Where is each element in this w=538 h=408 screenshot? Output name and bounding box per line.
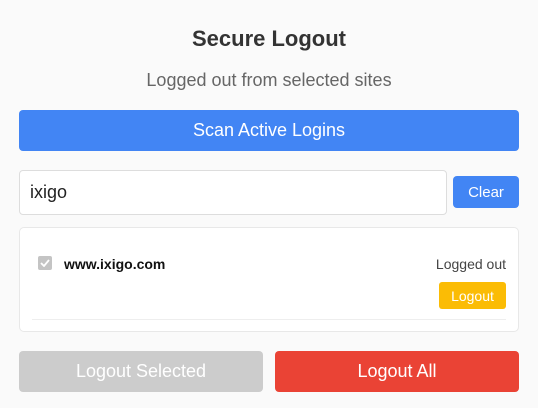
page-title: Secure Logout xyxy=(191,26,346,51)
site-name: www.ixigo.com xyxy=(64,256,166,272)
site-logout-button[interactable]: Logout xyxy=(439,282,506,309)
scan-active-logins-button[interactable]: Scan Active Logins xyxy=(19,110,519,151)
logout-all-button[interactable]: Logout All xyxy=(275,351,519,392)
site-checkbox[interactable] xyxy=(38,256,52,270)
logout-selected-button[interactable]: Logout Selected xyxy=(19,351,263,392)
list-item: www.ixigo.com Logged out Logout xyxy=(32,228,506,320)
logout-panel: Secure Logout Logged out from selected s… xyxy=(0,0,538,408)
clear-button[interactable]: Clear xyxy=(453,176,519,208)
check-icon xyxy=(40,259,50,267)
search-input[interactable] xyxy=(19,170,447,215)
site-status: Logged out xyxy=(435,256,506,272)
site-list: www.ixigo.com Logged out Logout xyxy=(19,227,519,332)
status-message: Logged out from selected sites xyxy=(146,70,392,90)
